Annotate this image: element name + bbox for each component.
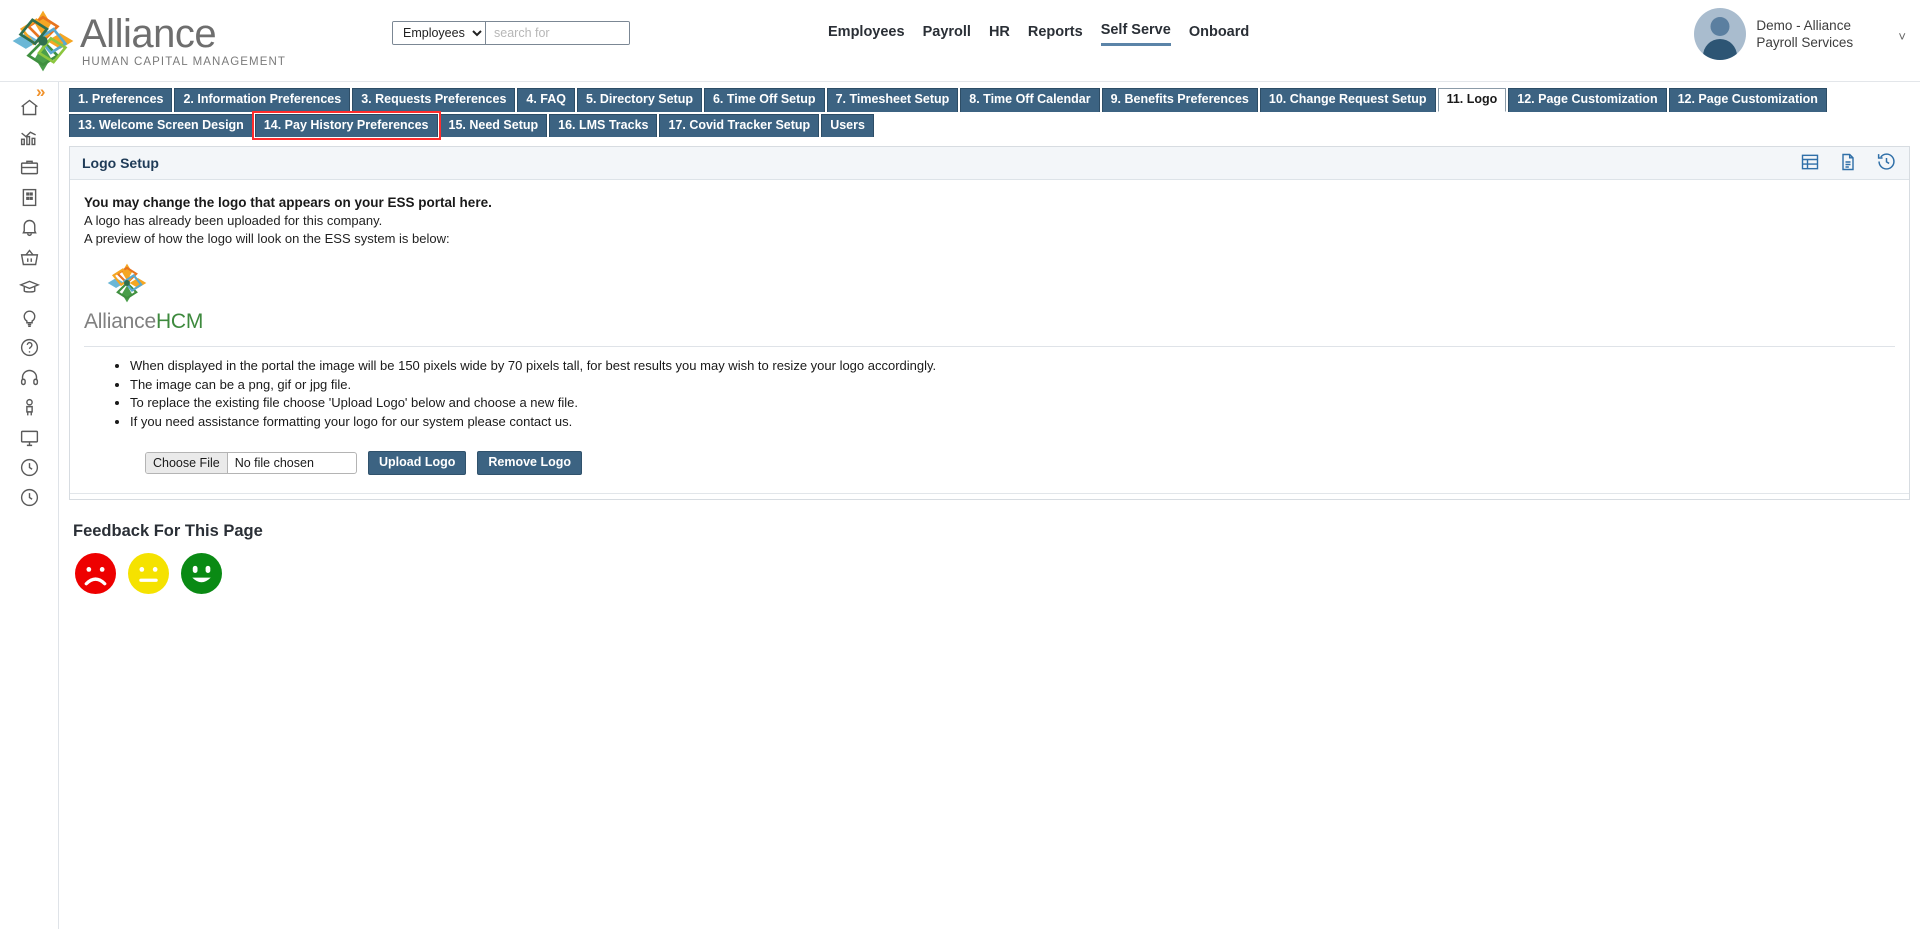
nav-item-reports[interactable]: Reports (1028, 24, 1083, 45)
tab-requests-preferences[interactable]: 3. Requests Preferences (352, 88, 516, 112)
logo-preview-secondary: HCM (155, 310, 204, 333)
tab-change-request-setup[interactable]: 10. Change Request Setup (1259, 88, 1436, 112)
sidebar-item-learning[interactable] (0, 272, 59, 302)
brand-logo[interactable]: Alliance HUMAN CAPITAL MANAGEMENT (10, 8, 286, 74)
top-bar: Alliance HUMAN CAPITAL MANAGEMENT Employ… (0, 0, 1920, 82)
list-item: To replace the existing file choose 'Upl… (130, 394, 1909, 412)
tab-pay-history-preferences[interactable]: 14. Pay History Preferences (251, 111, 441, 140)
tab-need-setup[interactable]: 15. Need Setup (439, 114, 548, 137)
sidebar-expander-chevron-right-icon[interactable]: » (36, 82, 45, 102)
nav-item-employees[interactable]: Employees (828, 24, 905, 45)
nav-item-onboard[interactable]: Onboard (1189, 24, 1249, 45)
intro-line-2: A preview of how the logo will look on t… (84, 231, 450, 246)
sidebar-item-profile[interactable] (0, 392, 59, 422)
panel-body: You may change the logo that appears on … (70, 180, 1909, 499)
sad-face-icon[interactable] (75, 553, 116, 594)
grid-table-icon[interactable] (1800, 152, 1820, 177)
tab-covid-tracker-setup[interactable]: 17. Covid Tracker Setup (659, 114, 820, 137)
page-title: Logo Setup (82, 155, 159, 171)
sidebar-item-notifications[interactable] (0, 212, 59, 242)
sidebar-item-marketplace[interactable] (0, 242, 59, 272)
tab-directory-setup[interactable]: 5. Directory Setup (577, 88, 702, 112)
tab-time-off-setup[interactable]: 6. Time Off Setup (703, 88, 825, 112)
intro-text: You may change the logo that appears on … (70, 194, 1909, 248)
upload-logo-button[interactable]: Upload Logo (368, 451, 467, 475)
page-body: » 1. Preferences 2. Information Preferen… (0, 82, 1920, 929)
alliance-star-logo-preview-icon (106, 263, 148, 308)
search-scope-select[interactable]: Employees (393, 22, 486, 44)
logo-setup-panel: Logo Setup You may change the logo that … (69, 146, 1910, 500)
alliance-star-logo-icon (10, 8, 76, 74)
panel-header: Logo Setup (70, 147, 1909, 180)
chevron-down-icon[interactable]: ˅ (1898, 29, 1906, 44)
document-icon[interactable] (1838, 152, 1858, 177)
user-name: Demo - Alliance Payroll Services (1756, 18, 1854, 50)
tab-users[interactable]: Users (821, 114, 874, 137)
panel-footer (70, 493, 1909, 499)
history-icon[interactable] (1876, 151, 1897, 177)
logo-preview-text: AllianceHCM (84, 310, 1909, 334)
left-sidebar: » (0, 82, 59, 929)
sidebar-item-help[interactable] (0, 332, 59, 362)
sidebar-item-time[interactable] (0, 452, 59, 482)
tab-timesheet-setup[interactable]: 7. Timesheet Setup (826, 88, 959, 112)
tab-benefits-preferences[interactable]: 9. Benefits Preferences (1101, 88, 1258, 112)
tab-preferences[interactable]: 1. Preferences (69, 88, 173, 112)
feedback-section: Feedback For This Page (69, 522, 1910, 594)
user-menu[interactable]: Demo - Alliance Payroll Services ˅ (1694, 8, 1906, 60)
brand-name: Alliance (80, 11, 217, 56)
sidebar-item-briefcase[interactable] (0, 152, 59, 182)
tab-strip-row-1: 1. Preferences 2. Information Preference… (59, 82, 1920, 114)
tab-lms-tracks[interactable]: 16. LMS Tracks (549, 114, 658, 137)
logo-requirements-list: When displayed in the portal the image w… (70, 357, 1909, 430)
sidebar-item-analytics[interactable] (0, 122, 59, 152)
nav-item-payroll[interactable]: Payroll (923, 24, 971, 45)
upload-controls: Choose File No file chosen Upload Logo R… (70, 431, 1909, 475)
logo-file-input[interactable]: Choose File No file chosen (145, 452, 357, 474)
sidebar-item-support[interactable] (0, 362, 59, 392)
sidebar-item-home[interactable] (0, 92, 59, 122)
choose-file-button[interactable]: Choose File (146, 453, 228, 473)
tab-information-preferences[interactable]: 2. Information Preferences (174, 88, 351, 112)
list-item: The image can be a png, gif or jpg file. (130, 376, 1909, 394)
feedback-title: Feedback For This Page (73, 522, 263, 540)
list-item: When displayed in the portal the image w… (130, 357, 1909, 375)
tab-page-customization-2[interactable]: 12. Page Customization (1668, 88, 1827, 112)
tab-time-off-calendar[interactable]: 8. Time Off Calendar (960, 88, 1100, 112)
file-status-text: No file chosen (234, 456, 314, 470)
neutral-face-icon[interactable] (128, 553, 169, 594)
user-avatar-icon (1694, 8, 1747, 60)
global-search[interactable]: Employees (392, 21, 630, 45)
intro-line-1: A logo has already been uploaded for thi… (84, 213, 383, 228)
happy-face-icon[interactable] (181, 553, 222, 594)
tab-strip-row-2: 13. Welcome Screen Design 14. Pay Histor… (59, 111, 1920, 140)
feedback-faces (73, 553, 1910, 594)
panel-action-icons (1800, 151, 1897, 177)
divider (84, 346, 1895, 347)
sidebar-item-display[interactable] (0, 422, 59, 452)
remove-logo-button[interactable]: Remove Logo (477, 451, 583, 475)
tab-page-customization-1[interactable]: 12. Page Customization (1508, 88, 1667, 112)
main-navigation: Employees Payroll HR Reports Self Serve … (828, 22, 1249, 46)
brand-tagline: HUMAN CAPITAL MANAGEMENT (82, 55, 287, 68)
tab-faq[interactable]: 4. FAQ (517, 88, 575, 112)
tab-welcome-screen-design[interactable]: 13. Welcome Screen Design (69, 114, 253, 137)
main-content: 1. Preferences 2. Information Preference… (59, 82, 1920, 929)
tab-logo[interactable]: 11. Logo (1437, 88, 1507, 112)
sidebar-item-company[interactable] (0, 182, 59, 212)
sidebar-item-history[interactable] (0, 482, 59, 512)
intro-heading: You may change the logo that appears on … (84, 195, 492, 210)
nav-item-self-serve[interactable]: Self Serve (1100, 22, 1171, 46)
logo-preview-primary: Alliance (84, 310, 156, 333)
logo-preview: AllianceHCM (70, 248, 1909, 334)
sidebar-item-ideas[interactable] (0, 302, 59, 332)
nav-item-hr[interactable]: HR (989, 24, 1010, 45)
list-item: If you need assistance formatting your l… (130, 413, 1909, 431)
search-input[interactable] (486, 22, 629, 44)
